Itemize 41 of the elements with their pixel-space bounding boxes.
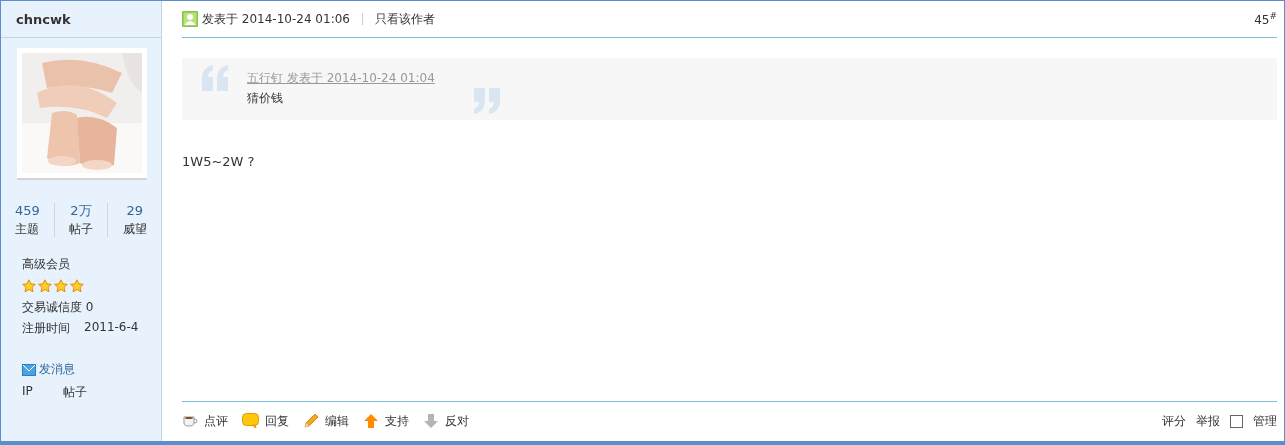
- stat-count[interactable]: 29: [126, 203, 143, 219]
- open-quote-icon: [202, 65, 230, 91]
- post-time: 发表于 2014-10-24 01:06: [202, 10, 350, 28]
- action-link[interactable]: 举报: [1196, 412, 1220, 430]
- cup-icon: [182, 414, 198, 428]
- username[interactable]: chncwk: [1, 1, 161, 38]
- send-message-link[interactable]: 发消息: [22, 361, 75, 378]
- star-icon: [54, 279, 68, 293]
- speech-bubble-icon: [242, 413, 259, 429]
- oppose-button[interactable]: 反对: [423, 412, 469, 430]
- stat-label: 威望: [122, 222, 147, 237]
- up-arrow-icon: [363, 413, 379, 429]
- user-icon: [182, 11, 198, 27]
- register-label: 注册时间: [22, 320, 70, 337]
- down-arrow-icon: [423, 413, 439, 429]
- quote-text: 猜价钱: [247, 90, 283, 107]
- support-button[interactable]: 支持: [363, 412, 409, 430]
- reply-button[interactable]: 回复: [242, 412, 289, 430]
- edit-button[interactable]: 编辑: [303, 412, 349, 430]
- star-icon: [70, 279, 84, 293]
- stat-count[interactable]: 459: [14, 203, 40, 219]
- star-icon: [38, 279, 52, 293]
- user-group: 高级会员: [22, 256, 161, 273]
- manage-label: 管理: [1253, 412, 1277, 430]
- stat-count[interactable]: 2万: [70, 203, 92, 219]
- floor-number: 45$^{#}$: [1254, 11, 1277, 27]
- credit-score: 交易诚信度 0: [22, 299, 95, 316]
- mail-icon: [22, 363, 36, 376]
- post-text: 1W5~2W ?: [182, 154, 256, 169]
- star-icon: [22, 279, 36, 293]
- action-link[interactable]: 评分: [1162, 412, 1186, 430]
- stat-label: 帖子: [69, 222, 93, 237]
- close-quote-icon: [472, 88, 500, 114]
- stat-label: 主题: [15, 222, 40, 237]
- manage-checkbox[interactable]: [1230, 414, 1243, 428]
- profile-link[interactable]: 帖子: [62, 384, 87, 401]
- profile-link[interactable]: IP: [22, 384, 33, 401]
- pencil-icon: [303, 413, 319, 429]
- comment-button[interactable]: 点评: [182, 412, 228, 430]
- register-date: 2011-6-4: [84, 320, 139, 336]
- author-only-link[interactable]: 只看该作者: [374, 10, 435, 28]
